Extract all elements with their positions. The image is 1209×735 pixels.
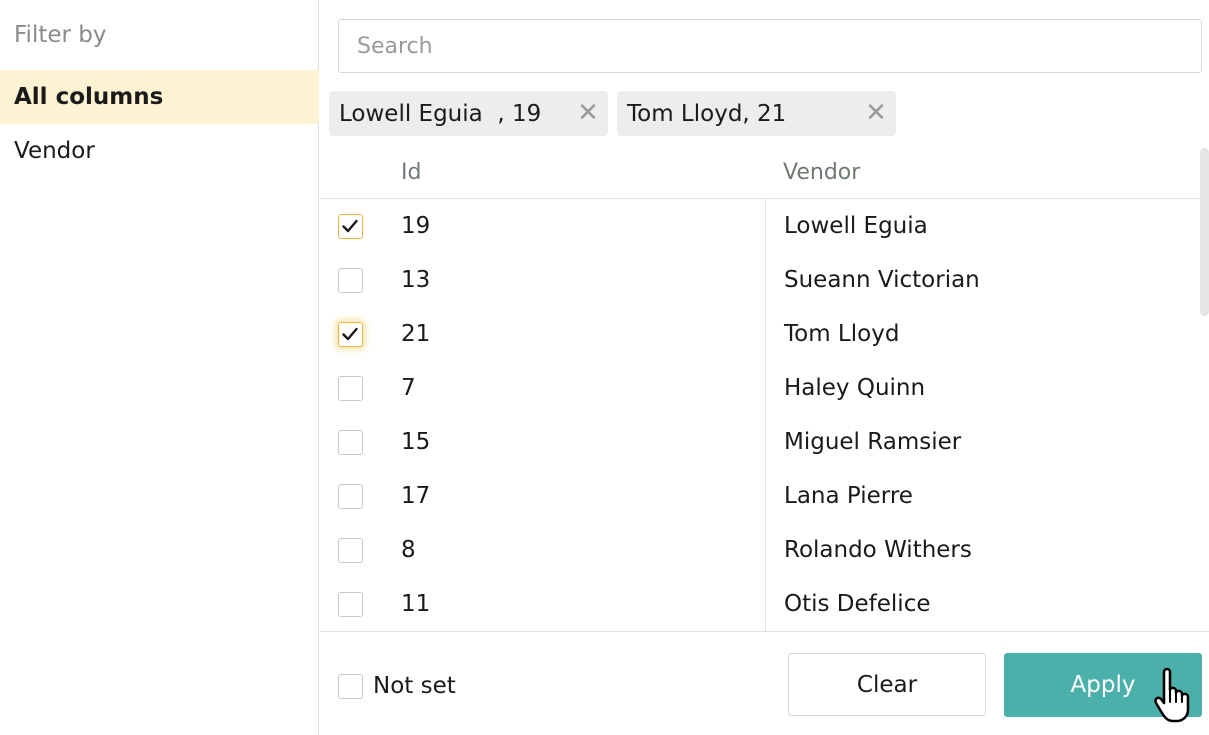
cell-vendor: Otis Defelice bbox=[784, 591, 931, 617]
sidebar-title: Filter by bbox=[14, 22, 107, 48]
row-checkbox[interactable] bbox=[338, 268, 363, 293]
filter-sidebar: Filter by All columns Vendor bbox=[0, 0, 319, 735]
selected-chip: Tom Lloyd, 21 ✕ bbox=[617, 91, 896, 136]
row-checkbox[interactable] bbox=[338, 322, 363, 347]
cell-vendor: Sueann Victorian bbox=[784, 267, 980, 293]
scrollbar[interactable] bbox=[1200, 148, 1209, 316]
cell-vendor: Lowell Eguia bbox=[784, 213, 928, 239]
close-icon[interactable]: ✕ bbox=[568, 91, 608, 136]
footer-divider bbox=[320, 631, 1209, 632]
not-set-label: Not set bbox=[373, 673, 456, 699]
table-row[interactable]: 21 Tom Lloyd bbox=[320, 308, 1199, 362]
table-row[interactable]: 15 Miguel Ramsier bbox=[320, 416, 1199, 470]
sidebar-item-vendor[interactable]: Vendor bbox=[0, 124, 319, 178]
clear-button[interactable]: Clear bbox=[788, 653, 986, 716]
cell-id: 19 bbox=[401, 213, 431, 239]
column-header-id[interactable]: Id bbox=[401, 160, 421, 185]
cell-vendor: Tom Lloyd bbox=[784, 321, 900, 347]
not-set-option[interactable]: Not set bbox=[338, 673, 456, 699]
search-input[interactable] bbox=[338, 19, 1202, 73]
apply-button[interactable]: Apply bbox=[1004, 653, 1202, 717]
table-body: 19 Lowell Eguia 13 Sueann Victorian 21 T… bbox=[320, 200, 1199, 631]
table-row[interactable]: 8 Rolando Withers bbox=[320, 524, 1199, 578]
column-divider bbox=[765, 199, 766, 631]
row-checkbox[interactable] bbox=[338, 484, 363, 509]
row-checkbox[interactable] bbox=[338, 214, 363, 239]
column-header-vendor[interactable]: Vendor bbox=[783, 160, 860, 185]
cell-id: 15 bbox=[401, 429, 431, 455]
cell-id: 8 bbox=[401, 537, 416, 563]
cell-id: 13 bbox=[401, 267, 431, 293]
row-checkbox[interactable] bbox=[338, 430, 363, 455]
cell-vendor: Miguel Ramsier bbox=[784, 429, 962, 455]
cell-id: 17 bbox=[401, 483, 431, 509]
selected-chip: Lowell Eguia , 19 ✕ bbox=[329, 91, 608, 136]
chip-label: Tom Lloyd, 21 bbox=[627, 100, 787, 127]
table-row[interactable]: 7 Haley Quinn bbox=[320, 362, 1199, 416]
checkmark-icon bbox=[342, 327, 358, 341]
table-row[interactable]: 19 Lowell Eguia bbox=[320, 200, 1199, 254]
row-checkbox[interactable] bbox=[338, 538, 363, 563]
chip-label: Lowell Eguia , 19 bbox=[339, 100, 542, 127]
table-header: Id Vendor bbox=[320, 147, 1199, 199]
table-row[interactable]: 13 Sueann Victorian bbox=[320, 254, 1199, 308]
table-row[interactable]: 17 Lana Pierre bbox=[320, 470, 1199, 524]
table-row[interactable]: 11 Otis Defelice bbox=[320, 578, 1199, 631]
filter-panel: Lowell Eguia , 19 ✕ Tom Lloyd, 21 ✕ Id V… bbox=[320, 0, 1209, 735]
cell-id: 21 bbox=[401, 321, 431, 347]
row-checkbox[interactable] bbox=[338, 376, 363, 401]
cell-vendor: Haley Quinn bbox=[784, 375, 926, 401]
not-set-checkbox[interactable] bbox=[338, 673, 363, 699]
cell-vendor: Rolando Withers bbox=[784, 537, 972, 563]
cell-id: 7 bbox=[401, 375, 416, 401]
cell-id: 11 bbox=[401, 591, 431, 617]
sidebar-item-all-columns[interactable]: All columns bbox=[0, 70, 319, 124]
row-checkbox[interactable] bbox=[338, 592, 363, 617]
checkmark-icon bbox=[342, 219, 358, 233]
close-icon[interactable]: ✕ bbox=[856, 91, 896, 136]
cell-vendor: Lana Pierre bbox=[784, 483, 913, 509]
